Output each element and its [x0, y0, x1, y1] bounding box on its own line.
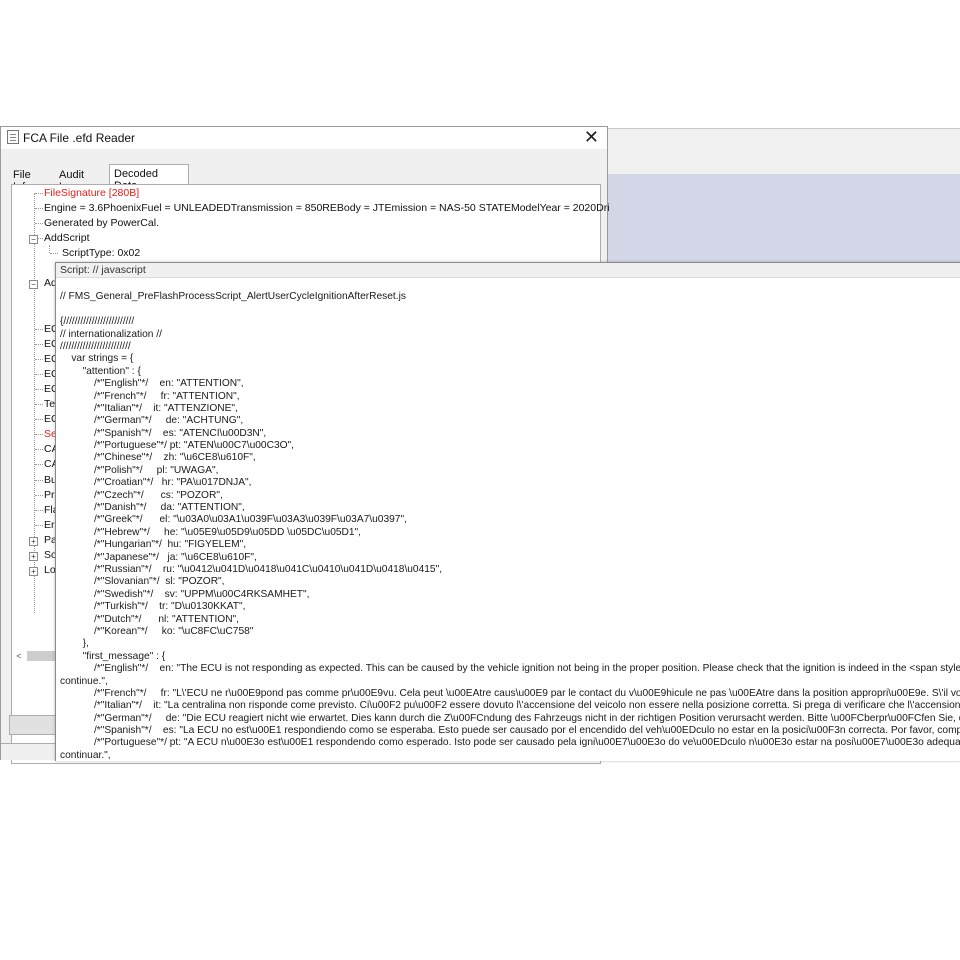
tree-line — [35, 449, 43, 451]
tree-line — [35, 434, 43, 436]
tree-line — [35, 509, 43, 511]
code-line: /*"Italian"*/ it: "ATTENZIONE", — [60, 402, 238, 414]
title-bar: FCA File .efd Reader ✕ — [1, 127, 607, 149]
tree-line — [35, 193, 43, 194]
tree-line — [49, 245, 50, 253]
code-line: /*"Spanish"*/ es: "ATENCI\u00D3N", — [60, 427, 267, 439]
tree-line — [35, 464, 43, 466]
tree-line — [35, 344, 43, 346]
code-line: continue.", — [60, 675, 108, 687]
code-line: // internationalization // — [60, 328, 162, 340]
script-code: // FMS_General_PreFlashProcessScript_Ale… — [60, 279, 960, 761]
expand-icon[interactable]: + — [29, 536, 38, 546]
tree-node-generated-by[interactable]: Generated by PowerCal. — [44, 217, 159, 230]
code-line: /*"Turkish"*/ tr: "D\u0130KKAT", — [60, 601, 246, 613]
code-line: /*"Japanese"*/ ja: "\u6CE8\u610F", — [60, 551, 257, 563]
tree-node[interactable]: Er — [44, 519, 55, 532]
expand-icon[interactable]: + — [29, 551, 38, 561]
code-line: /*"Russian"*/ ru: "\u0412\u041D\u0418\u0… — [60, 563, 443, 575]
collapse-icon[interactable]: − — [29, 235, 38, 244]
script-popup: Script: // javascript // FMS_General_Pre… — [55, 262, 960, 761]
tree-line — [35, 389, 43, 391]
tab-audit-log[interactable]: Audit Log — [55, 167, 109, 193]
tree-line — [35, 359, 43, 361]
close-icon[interactable]: ✕ — [584, 127, 599, 147]
scroll-left-icon[interactable]: < — [13, 649, 25, 663]
code-line: /*"German"*/ de: "ACHTUNG", — [60, 415, 244, 427]
code-line: /*"Hebrew"*/ he: "\u05E9\u05D9\u05DD \u0… — [60, 526, 362, 538]
horizontal-scrollbar[interactable]: < — [13, 649, 61, 663]
tree-line — [35, 208, 43, 209]
code-line: /*"English"*/ en: "ATTENTION", — [60, 378, 244, 390]
code-line: /*"Italian"*/ it: "La centralina non ris… — [60, 700, 960, 712]
tree-node-add-script[interactable]: AddScript — [44, 232, 90, 245]
code-line: // FMS_General_PreFlashProcessScript_Ale… — [60, 291, 406, 303]
code-line: var strings = { — [60, 353, 134, 365]
code-line: {///////////////////////// — [60, 316, 135, 328]
window-title: FCA File .efd Reader — [23, 131, 136, 145]
tree-line — [34, 193, 35, 613]
tree-line — [35, 329, 43, 330]
code-line: /*"Dutch"*/ nl: "ATTENTION", — [60, 613, 240, 625]
tab-file-info[interactable]: File Info — [9, 167, 55, 193]
code-line: "attention" : { — [60, 365, 141, 377]
code-line: "first_message" : { — [60, 650, 166, 662]
tree-line — [35, 524, 43, 526]
tree-node[interactable]: Pr — [44, 489, 55, 502]
code-line: /*"Polish"*/ pl: "UWAGA", — [60, 464, 219, 476]
bottom-button[interactable] — [9, 715, 59, 735]
expand-icon[interactable]: + — [29, 566, 38, 576]
code-line: /*"Croatian"*/ hr: "PA\u017DNJA", — [60, 477, 252, 489]
tab-decoded-data[interactable]: Decoded Data — [109, 164, 189, 192]
code-line: /*"Swedish"*/ sv: "UPPM\u00C4RKSAMHET", — [60, 588, 310, 600]
tree-line — [35, 374, 43, 376]
document-icon — [7, 130, 19, 144]
tree-node-file-signature[interactable]: FileSignature [280B] — [44, 187, 139, 200]
background-window-area — [608, 174, 960, 264]
code-line: /*"Chinese"*/ zh: "\u6CE8\u610F", — [60, 452, 256, 464]
tree-node[interactable]: Te — [44, 398, 55, 411]
code-line: /*"Korean"*/ ko: "\uC8FC\uC758" — [60, 625, 254, 637]
collapse-icon[interactable]: − — [29, 280, 38, 289]
code-line: /*"French"*/ fr: "ATTENTION", — [60, 390, 240, 402]
tree-line — [50, 253, 58, 254]
code-line: /*"French"*/ fr: "L\'ECU ne r\u00E9pond … — [60, 687, 960, 699]
code-line: continuar.", — [60, 749, 111, 761]
code-line: /*"Czech"*/ cs: "POZOR", — [60, 489, 223, 501]
script-header: Script: // javascript — [56, 263, 960, 278]
background-window-toolbar — [608, 128, 960, 175]
tree-line — [35, 223, 43, 224]
tree-line — [35, 404, 43, 406]
tree-node-engine[interactable]: Engine = 3.6PhoenixFuel = UNLEADEDTransm… — [44, 202, 610, 215]
code-line: }, — [60, 638, 89, 650]
code-line: ///////////////////////// — [60, 340, 131, 352]
code-line: /*"Portuguese"*/ pt: "ATEN\u00C7\u00C3O"… — [60, 440, 294, 452]
code-line: /*"Hungarian"*/ hu: "FIGYELEM", — [60, 539, 247, 551]
code-line: /*"German"*/ de: "Die ECU reagiert nicht… — [60, 712, 960, 724]
tree-line — [35, 479, 43, 481]
code-line: /*"Greek"*/ el: "\u03A0\u03A1\u039F\u03A… — [60, 514, 407, 526]
code-line: /*"Slovanian"*/ sl: "POZOR", — [60, 576, 225, 588]
tree-node[interactable]: Lo — [44, 564, 56, 577]
code-line: /*"Portuguese"*/ pt: "A ECU n\u00E3o est… — [60, 737, 960, 749]
tree-line — [35, 494, 43, 496]
code-line: /*"English"*/ en: "The ECU is not respon… — [60, 663, 960, 675]
code-line: /*"Danish"*/ da: "ATTENTION", — [60, 502, 245, 514]
code-line: /*"Spanish"*/ es: "La ECU no est\u00E1 r… — [60, 725, 960, 737]
tree-node-script-type[interactable]: ScriptType: 0x02 — [62, 247, 140, 260]
tree-line — [35, 419, 43, 421]
